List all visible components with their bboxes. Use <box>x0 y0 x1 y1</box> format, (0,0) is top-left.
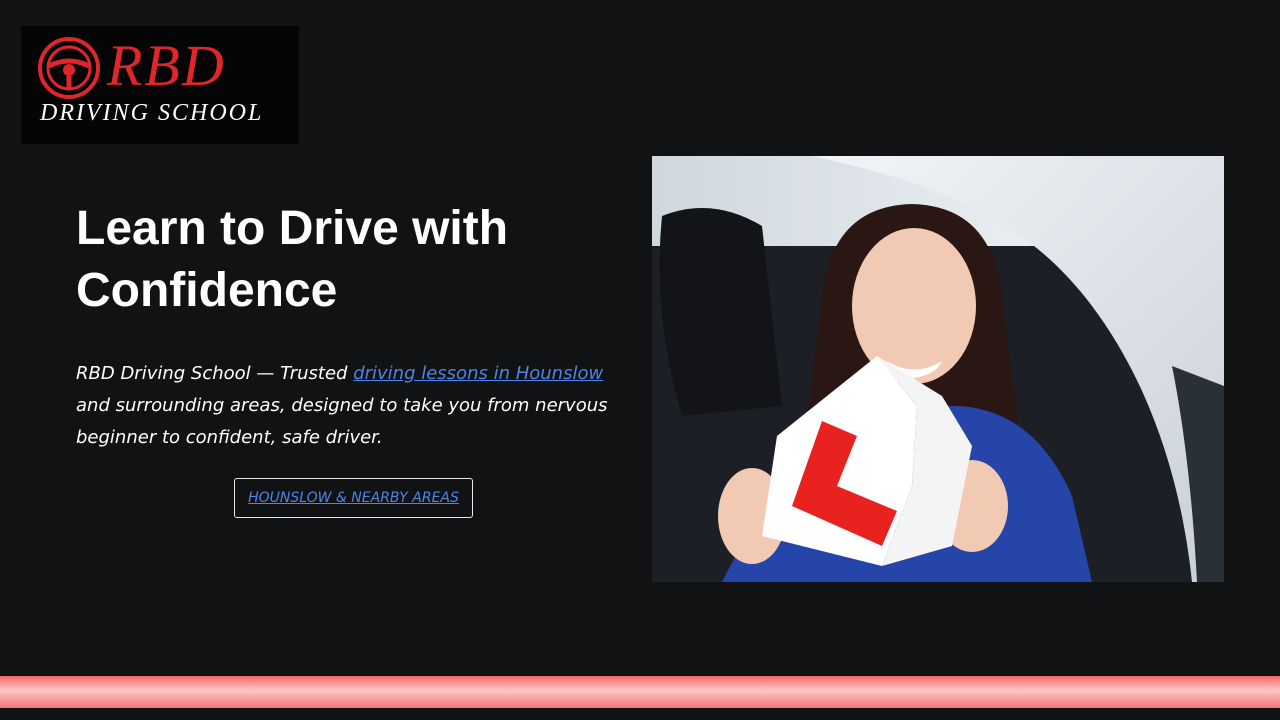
intro-text-after-link: and surrounding areas, designed to take … <box>76 395 608 448</box>
hounslow-nearby-areas-button[interactable]: HOUNSLOW & NEARBY AREAS <box>234 478 473 518</box>
hero-intro: RBD Driving School — Trusted driving les… <box>76 358 636 454</box>
steering-wheel-icon <box>38 37 100 99</box>
hero-photo <box>652 156 1224 582</box>
intro-text-before-link: — Trusted <box>250 363 354 384</box>
logo-brand-text: RBD <box>107 33 226 98</box>
footer-accent-bar <box>0 676 1280 708</box>
intro-brand-text: RBD Driving School <box>76 363 251 384</box>
logo-subtitle: DRIVING SCHOOL <box>40 100 264 126</box>
learner-driver-illustration <box>652 156 1224 582</box>
driving-lessons-hounslow-link[interactable]: driving lessons in Hounslow <box>353 363 603 384</box>
hero-headline: Learn to Drive with Confidence <box>76 202 509 317</box>
site-logo[interactable]: RBD DRIVING SCHOOL <box>21 26 299 144</box>
